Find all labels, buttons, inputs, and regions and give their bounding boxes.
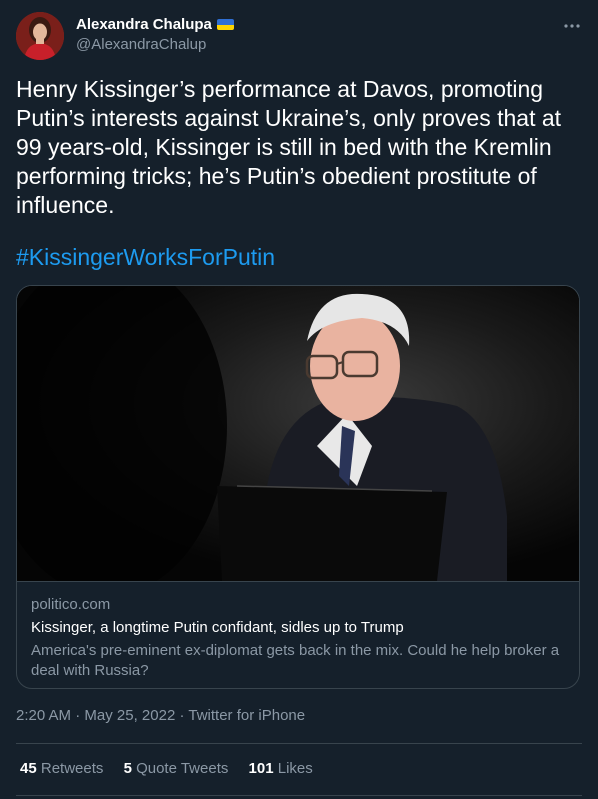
author-handle[interactable]: @AlexandraChalup	[76, 35, 234, 55]
tweet-meta: 2:20 AM · May 25, 2022 · Twitter for iPh…	[16, 706, 305, 726]
tweet-time[interactable]: 2:20 AM	[16, 707, 71, 724]
card-domain: politico.com	[31, 596, 111, 613]
card-image	[17, 286, 579, 581]
quote-tweets-label: Quote Tweets	[136, 760, 229, 777]
card-title: Kissinger, a longtime Putin confidant, s…	[31, 619, 404, 636]
tweet-text: Henry Kissinger’s performance at Davos, …	[16, 76, 562, 218]
card-description: America's pre-eminent ex-diplomat gets b…	[31, 642, 560, 679]
author-display-name[interactable]: Alexandra Chalupa	[76, 15, 212, 35]
retweets-label: Retweets	[40, 760, 104, 777]
avatar[interactable]	[16, 12, 64, 60]
author-info: Alexandra Chalupa @AlexandraChalup	[76, 15, 234, 55]
likes-label: Likes	[277, 760, 313, 777]
card-body: politico.com Kissinger, a longtime Putin…	[17, 581, 579, 688]
divider	[16, 743, 582, 744]
meta-separator: ·	[179, 707, 185, 724]
tweet-date[interactable]: May 25, 2022	[84, 707, 175, 724]
likes-count: 101	[248, 760, 274, 777]
ukraine-flag-icon	[216, 19, 234, 30]
meta-separator: ·	[75, 707, 81, 724]
divider	[16, 795, 582, 796]
more-icon[interactable]	[562, 16, 582, 36]
retweets-stat[interactable]: 45 Retweets	[20, 759, 103, 779]
likes-stat[interactable]: 101 Likes	[249, 759, 313, 779]
tweet-header: Alexandra Chalupa @AlexandraChalup	[16, 12, 582, 64]
retweets-count: 45	[20, 760, 37, 777]
hashtag-link[interactable]: #KissingerWorksForPutin	[16, 243, 275, 272]
tweet-source[interactable]: Twitter for iPhone	[188, 707, 305, 724]
link-card[interactable]: politico.com Kissinger, a longtime Putin…	[16, 285, 580, 689]
quote-tweets-count: 5	[123, 760, 132, 777]
tweet-stats: 45 Retweets 5 Quote Tweets 101 Likes	[20, 759, 329, 779]
quote-tweets-stat[interactable]: 5 Quote Tweets	[124, 759, 229, 779]
